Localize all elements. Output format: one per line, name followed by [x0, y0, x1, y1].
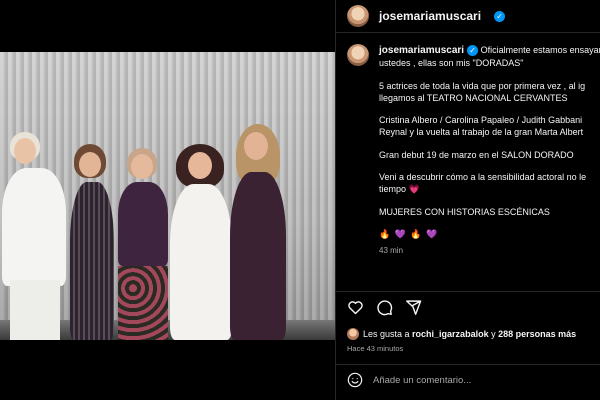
avatar[interactable]: [347, 5, 369, 27]
likes-summary[interactable]: Les gusta a rochi_igarzabalok y 288 pers…: [347, 328, 576, 340]
comment-bubble-icon[interactable]: [376, 299, 393, 316]
caption-line: Reynal y la vuelta al trabajo de la gran…: [379, 127, 584, 137]
verified-badge-icon: ✓: [467, 45, 479, 57]
caption-line: MUJERES CON HISTORIAS ESCÉNICAS: [379, 206, 550, 217]
post-photo[interactable]: [0, 52, 335, 340]
heart-outline-icon[interactable]: [347, 299, 364, 316]
post-details-panel: josemariamuscari ✓ josemariamuscari ✓ Ofi…: [335, 0, 600, 400]
likes-middle: y: [488, 329, 499, 339]
likes-count[interactable]: 288 personas más: [498, 329, 576, 339]
caption-line: tiempo: [379, 184, 407, 194]
caption-username[interactable]: josemariamuscari: [379, 45, 464, 56]
posted-time[interactable]: Hace 43 minutos: [347, 344, 403, 353]
divider: [336, 364, 600, 365]
actress-figure: [64, 144, 120, 340]
likes-prefix: Les gusta a: [363, 329, 413, 339]
post-header: josemariamuscari ✓: [336, 0, 600, 33]
emoji-row: 🔥 💜 🔥 💜: [379, 229, 439, 239]
post-caption: josemariamuscari ✓ Oficialmente estamos e…: [347, 44, 600, 257]
comment-input[interactable]: [373, 374, 573, 386]
caption-line: Veni a descubrir cómo a la sensibilidad …: [379, 172, 587, 182]
caption-line: Gran debut 19 de marzo en el SALON DORAD…: [379, 149, 574, 160]
actress-figure: [0, 132, 70, 340]
caption-line: ustedes , ellas son mis "DORADAS": [379, 58, 524, 68]
avatar: [347, 328, 359, 340]
actress-figure: [166, 144, 236, 340]
caption-line: 5 actrices de toda la vida que por prime…: [379, 80, 586, 91]
heart-emoji: 💗: [408, 184, 420, 194]
paper-plane-icon[interactable]: [405, 299, 422, 316]
comment-box: [347, 372, 573, 388]
caption-line: llegamos al TEATRO NACIONAL CERVANTES: [379, 92, 568, 103]
action-bar: [347, 299, 422, 316]
divider: [336, 291, 600, 292]
username[interactable]: josemariamuscari: [379, 9, 481, 23]
likes-user[interactable]: rochi_igarzabalok: [412, 329, 489, 339]
smiley-icon[interactable]: [347, 372, 363, 388]
verified-badge-icon: ✓: [494, 10, 506, 22]
post-media[interactable]: [0, 0, 335, 400]
avatar[interactable]: [347, 44, 369, 66]
caption-time[interactable]: 43 min: [379, 245, 600, 257]
actress-figure: [114, 148, 172, 340]
actress-figure: [228, 124, 298, 340]
caption-lead: Oficialmente estamos ensayan: [480, 45, 600, 55]
caption-line: Cristina Albero / Carolina Papaleo / Jud…: [379, 115, 583, 125]
